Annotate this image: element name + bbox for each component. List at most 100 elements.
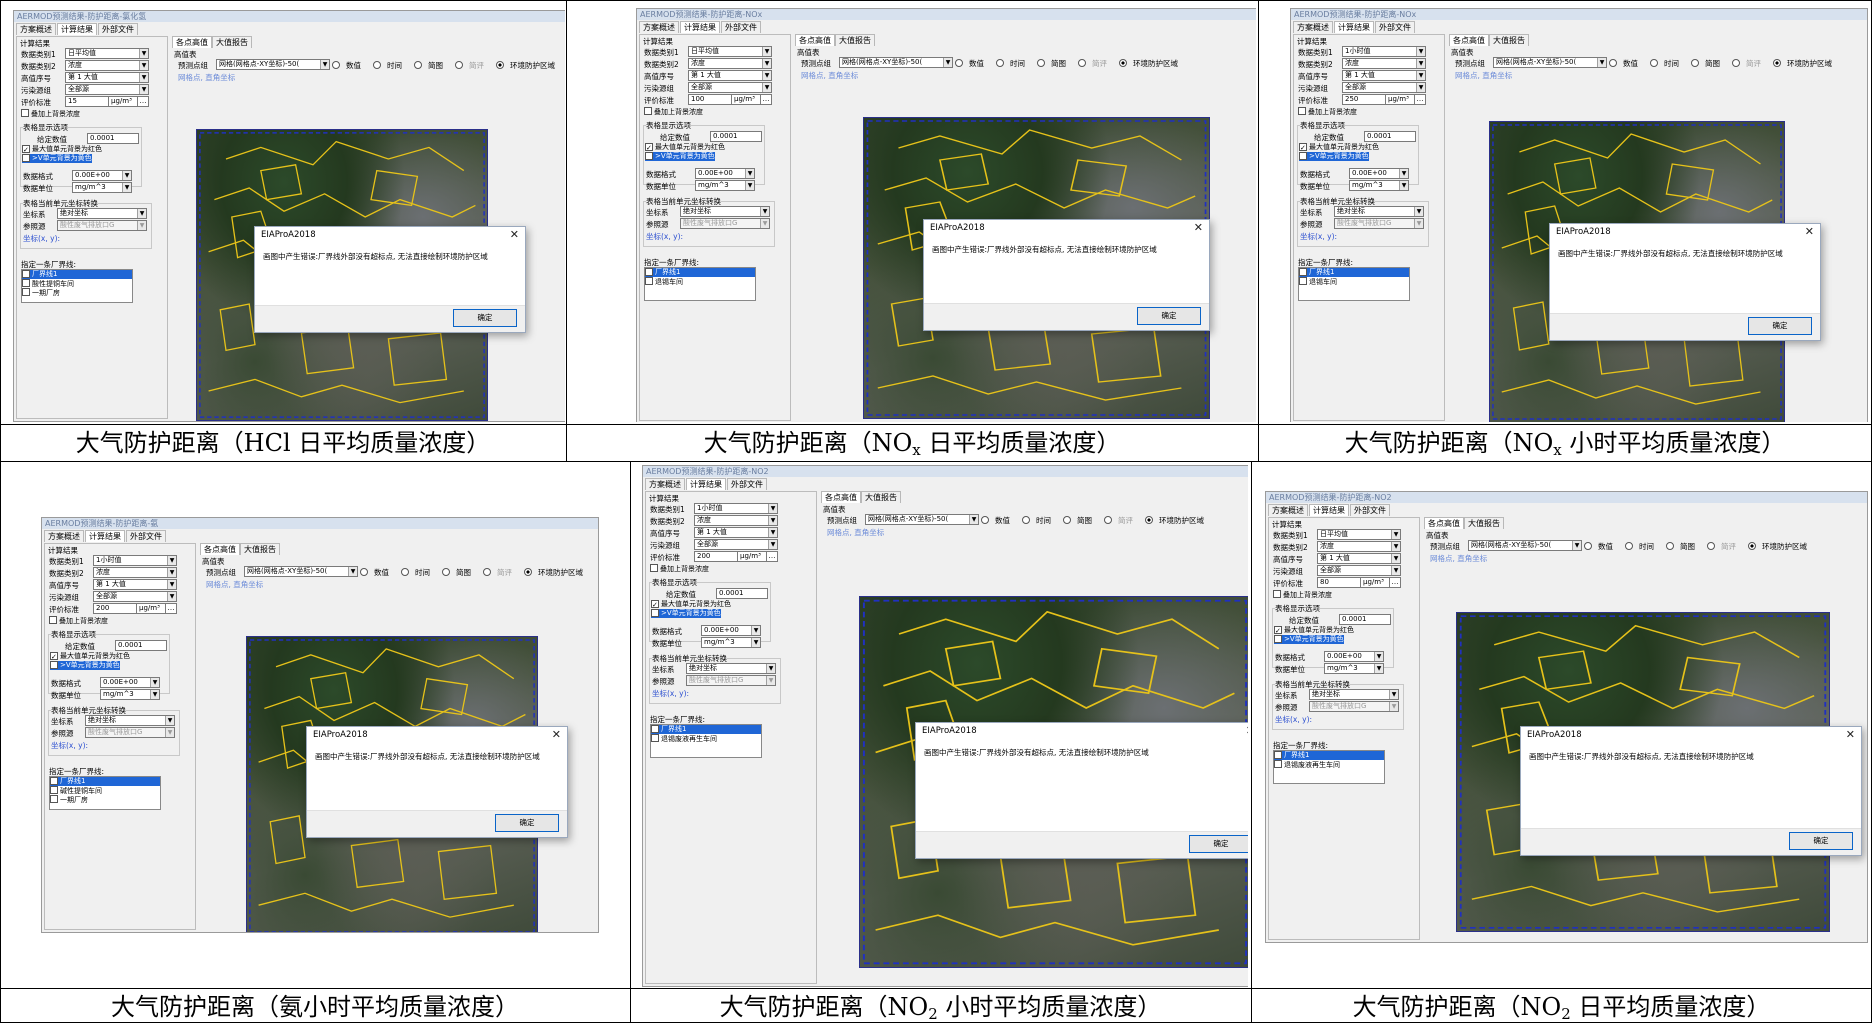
ok-button[interactable]: 确定 bbox=[453, 309, 517, 327]
ref-source-select[interactable]: 酸性废气排放口G ▼ bbox=[1334, 218, 1424, 229]
radio-protection-zone[interactable]: 环境防护区域 bbox=[1748, 541, 1813, 552]
close-icon[interactable]: ✕ bbox=[552, 728, 561, 741]
radio-time[interactable]: 时间 bbox=[373, 60, 408, 71]
ref-source-select[interactable]: 酸性废气排放口G ▼ bbox=[1309, 701, 1399, 712]
boundary-checkbox[interactable]: ✓ bbox=[1299, 268, 1307, 277]
standard-input[interactable]: 200 bbox=[93, 603, 137, 614]
ok-button[interactable]: 确定 bbox=[1789, 832, 1853, 850]
data-type2-select[interactable]: 浓度 ▼ bbox=[1342, 58, 1426, 69]
coord-xy-link[interactable]: 坐标(x, y): bbox=[23, 233, 60, 244]
over-yellow-checkbox[interactable]: ✓ >V单元背景为黄色 bbox=[645, 152, 715, 161]
tab-external-files[interactable]: 外部文件 bbox=[721, 21, 761, 33]
coord-sys-select[interactable]: 绝对坐标 ▼ bbox=[1334, 206, 1424, 217]
close-icon[interactable]: ✕ bbox=[1846, 728, 1855, 741]
standard-input[interactable]: 250 bbox=[1342, 94, 1386, 105]
radio-time[interactable]: 时间 bbox=[996, 58, 1031, 69]
boundary-checkbox[interactable] bbox=[1299, 277, 1307, 285]
predict-group-select[interactable]: 网格(网格点-XY坐标)-50(▼ bbox=[1468, 540, 1582, 551]
boundary-checkbox[interactable] bbox=[22, 288, 30, 296]
data-type1-select[interactable]: 1小时值 ▼ bbox=[93, 555, 177, 566]
more-button[interactable]: … bbox=[1414, 94, 1426, 105]
rank-select[interactable]: 第 1 大值 ▼ bbox=[1342, 70, 1426, 81]
max-red-checkbox[interactable]: ✓ 最大值单元背景为红色 bbox=[651, 600, 731, 609]
radio-brief-eval[interactable]: 简评 bbox=[1707, 541, 1742, 552]
radio-value[interactable]: 数值 bbox=[955, 58, 990, 69]
tab-overview[interactable]: 方案概述 bbox=[44, 530, 84, 542]
ok-button[interactable]: 确定 bbox=[1189, 835, 1248, 853]
standard-unit-select[interactable]: μg/m³ bbox=[731, 94, 761, 105]
format-select[interactable]: 0.00E+00 ▼ bbox=[701, 625, 761, 636]
given-value-input[interactable]: 0.0001 bbox=[87, 133, 139, 144]
boundary-checkbox[interactable] bbox=[50, 786, 58, 794]
boundary-checkbox[interactable]: ✓ bbox=[1274, 751, 1282, 760]
data-type2-select[interactable]: 浓度 ▼ bbox=[65, 60, 149, 71]
data-type1-select[interactable]: 日平均值 ▼ bbox=[1317, 529, 1401, 540]
bg-concentration-checkbox[interactable]: 叠加上背景浓度 bbox=[21, 109, 80, 118]
bg-concentration-checkbox[interactable]: 叠加上背景浓度 bbox=[49, 616, 108, 625]
unit-select[interactable]: mg/m^3 ▼ bbox=[1349, 180, 1409, 191]
coord-xy-link[interactable]: 坐标(x, y): bbox=[1300, 231, 1337, 242]
standard-unit-select[interactable]: μg/m³ bbox=[1385, 94, 1415, 105]
boundary-item[interactable]: 酸性提铜车间 bbox=[22, 279, 132, 288]
predict-group-select[interactable]: 网格(网格点-XY坐标)-50(▼ bbox=[216, 59, 330, 70]
radio-value[interactable]: 数值 bbox=[332, 60, 367, 71]
radio-value[interactable]: 数值 bbox=[1584, 541, 1619, 552]
radio-protection-zone[interactable]: 环境防护区域 bbox=[524, 567, 589, 578]
standard-unit-select[interactable]: μg/m³ bbox=[108, 96, 138, 107]
boundary-item[interactable]: 退锡废液再生车间 bbox=[1274, 760, 1384, 769]
max-red-checkbox[interactable]: ✓ 最大值单元背景为红色 bbox=[645, 143, 725, 152]
boundary-list[interactable]: ✓ 厂界线1 酸性提铜车间 一期厂房 bbox=[21, 269, 133, 303]
coord-xy-link[interactable]: 坐标(x, y): bbox=[646, 231, 683, 242]
standard-unit-select[interactable]: μg/m³ bbox=[737, 551, 767, 562]
radio-sketch[interactable]: 简图 bbox=[1063, 515, 1098, 526]
tab-overview[interactable]: 方案概述 bbox=[1268, 504, 1308, 516]
standard-input[interactable]: 200 bbox=[694, 551, 738, 562]
tab-max-report[interactable]: 大值报告 bbox=[835, 34, 875, 46]
boundary-list[interactable]: ✓ 厂界线1 退锡车间 bbox=[1298, 267, 1410, 301]
boundary-list[interactable]: ✓ 厂界线1 退锡车间 bbox=[644, 267, 756, 301]
radio-protection-zone[interactable]: 环境防护区域 bbox=[496, 60, 561, 71]
close-icon[interactable]: ✕ bbox=[1805, 225, 1814, 238]
boundary-checkbox[interactable] bbox=[50, 795, 58, 803]
unit-select[interactable]: mg/m^3 ▼ bbox=[695, 180, 755, 191]
boundary-item[interactable]: ✓ 厂界线1 bbox=[1299, 268, 1409, 277]
rank-select[interactable]: 第 1 大值 ▼ bbox=[694, 527, 778, 538]
radio-time[interactable]: 时间 bbox=[1625, 541, 1660, 552]
boundary-item[interactable]: 退锡车间 bbox=[645, 277, 755, 286]
boundary-checkbox[interactable]: ✓ bbox=[651, 725, 659, 734]
rank-select[interactable]: 第 1 大值 ▼ bbox=[93, 579, 177, 590]
more-button[interactable]: … bbox=[760, 94, 772, 105]
radio-value[interactable]: 数值 bbox=[360, 567, 395, 578]
data-type2-select[interactable]: 浓度 ▼ bbox=[1317, 541, 1401, 552]
max-red-checkbox[interactable]: ✓ 最大值单元背景为红色 bbox=[1274, 626, 1354, 635]
radio-protection-zone[interactable]: 环境防护区域 bbox=[1119, 58, 1184, 69]
close-icon[interactable]: ✕ bbox=[1246, 724, 1248, 737]
given-value-input[interactable]: 0.0001 bbox=[1339, 614, 1391, 625]
boundary-item[interactable]: ✓ 厂界线1 bbox=[651, 725, 761, 734]
tab-point-highs[interactable]: 各点高值 bbox=[1449, 34, 1489, 46]
radio-protection-zone[interactable]: 环境防护区域 bbox=[1145, 515, 1210, 526]
tab-results[interactable]: 计算结果 bbox=[1334, 21, 1374, 33]
unit-select[interactable]: mg/m^3 ▼ bbox=[1324, 663, 1384, 674]
max-red-checkbox[interactable]: ✓ 最大值单元背景为红色 bbox=[1299, 143, 1379, 152]
boundary-item[interactable]: 一期厂房 bbox=[50, 795, 160, 804]
radio-brief-eval[interactable]: 简评 bbox=[483, 567, 518, 578]
boundary-list[interactable]: ✓ 厂界线1 退锡废液再生车间 bbox=[1273, 750, 1385, 784]
tab-results[interactable]: 计算结果 bbox=[85, 530, 125, 542]
standard-unit-select[interactable]: μg/m³ bbox=[1360, 577, 1390, 588]
radio-time[interactable]: 时间 bbox=[1650, 58, 1685, 69]
boundary-list[interactable]: ✓ 厂界线1 碱性提铜车间 一期厂房 bbox=[49, 776, 161, 810]
tab-results[interactable]: 计算结果 bbox=[57, 23, 97, 35]
format-select[interactable]: 0.00E+00 ▼ bbox=[72, 170, 132, 181]
radio-time[interactable]: 时间 bbox=[401, 567, 436, 578]
radio-sketch[interactable]: 简图 bbox=[414, 60, 449, 71]
given-value-input[interactable]: 0.0001 bbox=[115, 640, 167, 651]
radio-sketch[interactable]: 简图 bbox=[1666, 541, 1701, 552]
predict-group-select[interactable]: 网格(网格点-XY坐标)-50(▼ bbox=[839, 57, 953, 68]
data-type2-select[interactable]: 浓度 ▼ bbox=[694, 515, 778, 526]
boundary-checkbox[interactable]: ✓ bbox=[645, 268, 653, 277]
source-group-select[interactable]: 全部源 ▼ bbox=[65, 84, 149, 95]
format-select[interactable]: 0.00E+00 ▼ bbox=[1349, 168, 1409, 179]
source-group-select[interactable]: 全部源 ▼ bbox=[1317, 565, 1401, 576]
tab-results[interactable]: 计算结果 bbox=[680, 21, 720, 33]
